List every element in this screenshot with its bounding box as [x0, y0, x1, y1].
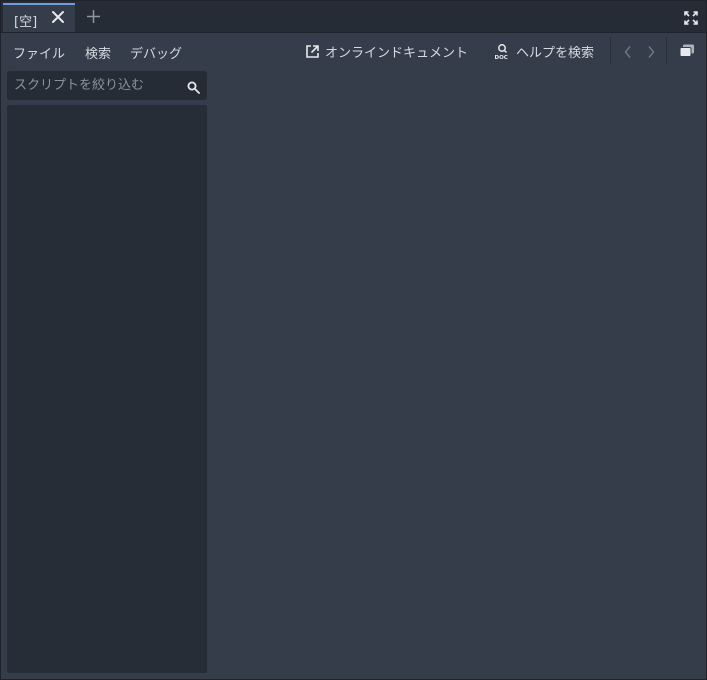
menu-bar: ファイル 検索 デバッグ オンラインドキュメント DOC ヘルプを検索	[1, 33, 706, 69]
toolbar-separator	[666, 37, 667, 65]
search-help-label: ヘルプを検索	[516, 45, 595, 61]
online-docs-label: オンラインドキュメント	[325, 45, 469, 61]
tab-empty[interactable]: [空]	[3, 3, 75, 32]
chevron-right-icon[interactable]	[646, 44, 656, 58]
toolbar-separator	[610, 37, 611, 65]
external-link-icon	[306, 44, 319, 58]
search-icon	[187, 79, 200, 94]
doc-search-icon: DOC	[495, 43, 508, 60]
online-docs-button[interactable]: オンラインドキュメント	[305, 41, 468, 61]
script-list[interactable]	[7, 105, 207, 673]
menu-file[interactable]: ファイル	[13, 43, 65, 62]
panel-toggle-icon[interactable]	[679, 43, 695, 59]
expand-icon[interactable]	[684, 10, 698, 25]
search-help-button[interactable]: DOC ヘルプを検索	[494, 41, 594, 61]
script-editor: [空] ファイル 検索 デバッグ オンラインドキュメント DOC ヘルプを検索 …	[0, 0, 707, 680]
script-filter-input[interactable]	[7, 71, 179, 100]
svg-text:DOC: DOC	[495, 55, 508, 60]
tab-label: [空]	[14, 15, 38, 30]
chevron-left-icon[interactable]	[623, 44, 633, 58]
close-icon[interactable]	[50, 9, 66, 25]
menu-debug[interactable]: デバッグ	[130, 43, 182, 62]
tab-bar: [空]	[1, 1, 706, 33]
menu-search[interactable]: 検索	[85, 43, 111, 62]
editor-area[interactable]	[210, 70, 704, 676]
script-filter	[7, 71, 207, 100]
plus-icon[interactable]	[86, 9, 101, 24]
